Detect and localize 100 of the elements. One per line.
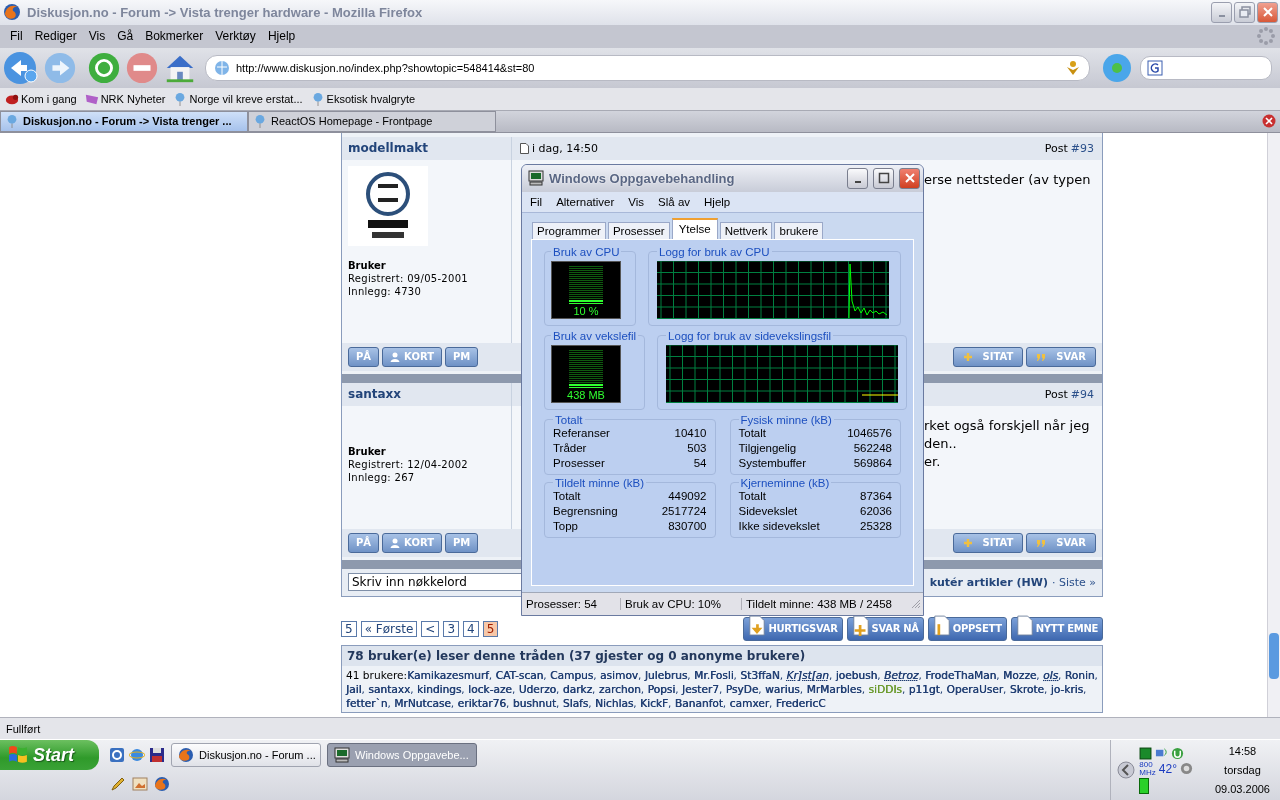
quote-icon [1036, 537, 1047, 548]
separator: , [556, 682, 560, 695]
restore-button[interactable] [1234, 1, 1255, 23]
user-link[interactable]: zarchon [598, 682, 641, 695]
menu-item[interactable]: Bokmerker [139, 29, 210, 44]
speaker-icon [1179, 762, 1193, 776]
user-link[interactable]: Kamikazesmurf [407, 668, 489, 681]
user-link[interactable]: camxer [729, 696, 770, 709]
forward-button[interactable] [43, 50, 77, 85]
back-button[interactable] [3, 49, 39, 86]
group-title: Fysisk minne (kB) [739, 413, 833, 426]
keyword-field[interactable]: Skriv inn nøkkelord [348, 573, 522, 592]
user-link[interactable]: MrNutcase [394, 696, 451, 709]
author-name[interactable]: santaxx [348, 387, 402, 402]
menu-item[interactable]: Fil [4, 29, 29, 44]
separator: , [718, 682, 723, 695]
user-link[interactable]: p11gt [908, 682, 940, 695]
topic-action-button[interactable]: OPPSETT [927, 616, 1007, 641]
bookmark-item[interactable]: Eksotisk hvalgryte [310, 91, 416, 106]
pencil-icon[interactable] [110, 776, 126, 793]
post-number-link[interactable]: #94 [1070, 387, 1094, 401]
scrollbar[interactable] [1267, 132, 1280, 718]
window-title: Diskusjon.no - Forum -> Vista trenger hardware - Mozilla Firefox [27, 4, 424, 20]
close-tab-icon[interactable] [1262, 114, 1276, 129]
user-link[interactable]: asimov [599, 668, 638, 681]
page-link[interactable]: 5 [341, 620, 357, 637]
menu-item[interactable]: Hjelp [261, 29, 302, 44]
user-link[interactable]: Mr.Fosli [694, 668, 734, 681]
firefox-icon[interactable] [154, 776, 170, 793]
page-link[interactable]: 3 [443, 620, 460, 637]
browser-icon[interactable] [109, 747, 125, 764]
search-engine-icon[interactable] [1147, 59, 1163, 76]
resize-grip-icon[interactable] [911, 598, 921, 609]
topic-action-button[interactable]: NYTT EMNE [1010, 616, 1103, 641]
bookmark-item[interactable]: Kom i gang [5, 91, 77, 106]
maximize-button[interactable] [873, 167, 894, 189]
search-field[interactable] [1140, 55, 1272, 80]
menu-item[interactable]: Rediger [28, 29, 83, 44]
stat-label: Totalt [553, 488, 581, 504]
stop-button[interactable] [125, 50, 159, 85]
menu-item[interactable]: Vis [82, 29, 112, 44]
user-rank: Bruker [348, 445, 386, 457]
tab[interactable]: brukere [774, 221, 824, 239]
author-name[interactable]: modellmakt [348, 141, 429, 156]
user-link[interactable]: OperaUser [946, 682, 1004, 695]
user-link[interactable]: MrMarbles [806, 682, 862, 695]
topic-action-button[interactable]: HURTIGSVAR [743, 616, 843, 641]
separator: , [1003, 682, 1007, 695]
post-number-link[interactable]: #93 [1070, 141, 1094, 155]
close-button[interactable] [899, 167, 920, 189]
page-link[interactable]: « Første [360, 620, 418, 637]
browser-tab[interactable]: Diskusjon.no - Forum -> Vista trenger ... [0, 110, 248, 132]
menu-item[interactable]: Hjelp [704, 195, 731, 208]
go-button[interactable] [1102, 52, 1132, 83]
tab[interactable]: Prosesser [607, 221, 670, 239]
tab[interactable]: Ytelse [671, 217, 718, 239]
menu-item[interactable]: Vis [628, 195, 645, 208]
expand-tray-icon[interactable] [1117, 761, 1136, 780]
separator: , [1036, 668, 1040, 681]
menu-item[interactable]: Gå [111, 29, 140, 44]
forum-link[interactable]: kutér artikler (HW) [929, 575, 1048, 589]
menu-item[interactable]: Fil [530, 195, 543, 208]
tab[interactable]: Programmer [532, 221, 606, 239]
bookmark-item[interactable]: Norge vil kreve erstat... [173, 91, 303, 106]
address-field[interactable]: http://www.diskusjon.no/index.php?showtopic=548414&st=80 [205, 54, 1090, 81]
user-link[interactable]: Jail [346, 682, 362, 695]
image-icon[interactable] [132, 776, 148, 793]
user-link[interactable]: Jester7 [681, 682, 719, 695]
user-link[interactable]: lock-aze [468, 682, 512, 695]
user-link[interactable]: KickF [640, 696, 669, 709]
separator: , [758, 682, 762, 695]
close-button[interactable] [1257, 1, 1278, 23]
reload-button[interactable] [87, 50, 121, 85]
user-link[interactable]: Ronin [1064, 668, 1095, 681]
clock-day: torsdag [1224, 760, 1261, 780]
tab[interactable]: Nettverk [719, 221, 773, 239]
menu-item[interactable]: Alternativer [556, 195, 615, 208]
browser-tab[interactable]: ReactOS Homepage - Frontpage [248, 110, 496, 132]
menu-item[interactable]: Slå av [658, 195, 691, 208]
bookmark-item[interactable]: NRK Nyheter [84, 91, 166, 106]
post-label: Post [1044, 387, 1068, 401]
separator: , [668, 696, 672, 709]
user-link[interactable]: Kr]st[an [786, 668, 829, 681]
scroll-thumb[interactable] [1269, 632, 1279, 679]
person-icon [390, 537, 401, 548]
user-link[interactable]: Bananfot [674, 696, 723, 709]
minimize-button[interactable] [847, 167, 868, 189]
user-link[interactable]: FredericC [775, 696, 826, 709]
user-link[interactable]: Skrote [1009, 682, 1044, 695]
page-link[interactable]: < [421, 620, 440, 637]
taskbar-button[interactable]: Diskusjon.no - Forum ... [171, 743, 321, 768]
separator: , [918, 668, 922, 681]
separator: , [901, 682, 906, 695]
menu-item[interactable]: Verktøy [209, 29, 262, 44]
last-link[interactable]: · Siste » [1051, 575, 1096, 589]
page-link[interactable]: 4 [463, 620, 479, 637]
page-link[interactable]: 5 [482, 620, 499, 637]
user-link[interactable]: warius [765, 682, 800, 695]
user-link[interactable]: St3ffaN [740, 668, 780, 681]
topic-action-button[interactable]: SVAR NÅ [846, 616, 924, 641]
